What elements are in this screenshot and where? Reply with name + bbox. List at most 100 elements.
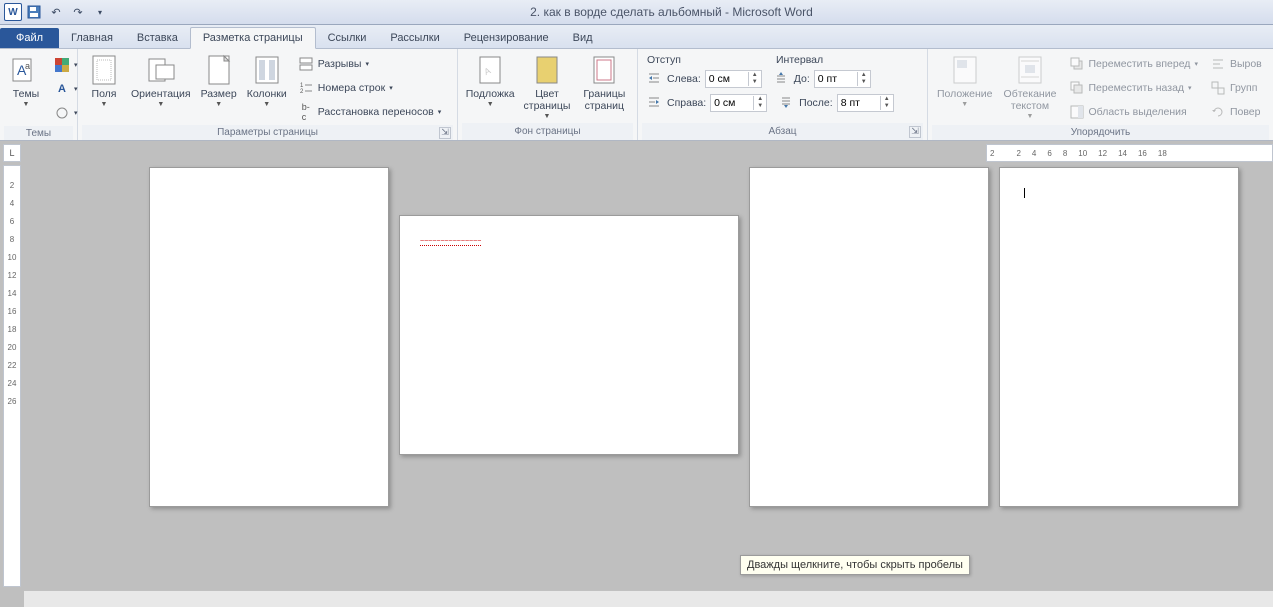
columns-button[interactable]: Колонки ▼ [242,51,292,108]
chevron-down-icon: ▼ [215,101,222,108]
spacing-before-input[interactable]: ▲▼ [814,70,871,88]
document-area[interactable]: ~~~~~~~~~~~~~~~ Дважды щелкните, чтобы с… [24,165,1273,589]
send-backward-button[interactable]: Переместить назад ▾ [1067,77,1200,99]
spin-up-icon[interactable]: ▲ [754,96,766,103]
dialog-launcher-icon[interactable]: ⇲ [909,126,921,138]
margins-button[interactable]: Поля ▼ [82,51,126,108]
spin-down-icon[interactable]: ▼ [754,103,766,110]
tab-page-layout[interactable]: Разметка страницы [190,27,316,49]
breaks-button[interactable]: Разрывы ▾ [296,53,443,75]
page-1[interactable] [149,167,389,507]
group-page-background: A Подложка ▼ Цвет страницы ▼ Границы стр… [458,49,638,140]
svg-text:a: a [25,61,30,71]
theme-fonts-button[interactable]: A▾ [52,78,80,100]
spin-up-icon[interactable]: ▲ [749,72,761,79]
watermark-button[interactable]: A Подложка ▼ [462,51,518,108]
chevron-down-icon: ▼ [544,113,551,120]
selection-pane-icon [1069,104,1085,120]
tab-references[interactable]: Ссылки [316,28,379,48]
indent-left-input[interactable]: ▲▼ [705,70,762,88]
bring-forward-button[interactable]: Переместить вперед ▾ [1067,53,1200,75]
size-button[interactable]: Размер ▼ [196,51,242,108]
watermark-icon: A [474,54,506,86]
group-icon [1210,80,1226,96]
group-arrange: Положение ▼ Обтекание текстом ▼ Перемест… [928,49,1273,140]
tab-insert[interactable]: Вставка [125,28,190,48]
size-icon [203,54,235,86]
page-3[interactable] [749,167,989,507]
indent-left-icon [647,71,663,87]
selection-pane-button[interactable]: Область выделения [1067,101,1200,123]
spin-down-icon[interactable]: ▼ [749,79,761,86]
group-page-setup: Поля ▼ Ориентация ▼ Размер ▼ Колонки ▼ Р… [78,49,458,140]
quick-access-toolbar: W ↶ ↷ ▾ [0,2,110,22]
chevron-down-icon: ▼ [1027,113,1034,120]
group-paragraph: Отступ Интервал Слева: ▲▼ До: ▲▼ Спр [638,49,928,140]
horizontal-scrollbar[interactable] [24,590,1273,607]
align-icon [1210,56,1226,72]
send-backward-icon [1069,80,1085,96]
tab-mailings[interactable]: Рассылки [378,28,451,48]
page-borders-icon [588,54,620,86]
whitespace-tooltip: Дважды щелкните, чтобы скрыть пробелы [740,555,970,575]
spacing-header: Интервал [776,54,823,66]
page-4[interactable] [999,167,1239,507]
colors-icon [54,57,70,73]
page-2[interactable]: ~~~~~~~~~~~~~~~ [399,215,739,455]
dialog-launcher-icon[interactable]: ⇲ [439,127,451,139]
spin-down-icon[interactable]: ▼ [881,103,893,110]
group-button[interactable]: Групп [1208,77,1264,99]
spin-up-icon[interactable]: ▲ [881,96,893,103]
wrap-text-button[interactable]: Обтекание текстом ▼ [998,51,1063,120]
effects-icon [54,105,70,121]
theme-colors-button[interactable]: ▾ [52,54,80,76]
undo-icon[interactable]: ↶ [46,2,66,22]
tab-review[interactable]: Рецензирование [452,28,561,48]
ruler-tab-selector[interactable]: L [3,144,21,162]
spacing-after-input[interactable]: ▲▼ [837,94,894,112]
fonts-icon: A [54,81,70,97]
save-icon[interactable] [24,2,44,22]
redo-icon[interactable]: ↷ [68,2,88,22]
rotate-icon [1210,104,1226,120]
margins-icon [88,54,120,86]
spin-up-icon[interactable]: ▲ [858,72,870,79]
themes-button[interactable]: Aa Темы ▼ [4,51,48,108]
qat-more-icon[interactable]: ▾ [90,2,110,22]
chevron-down-icon: ▼ [263,101,270,108]
spin-down-icon[interactable]: ▼ [858,79,870,86]
window-title: 2. как в ворде сделать альбомный - Micro… [110,5,1233,19]
word-app-icon[interactable]: W [4,3,22,21]
hyphenation-button[interactable]: b-cРасстановка переносов ▾ [296,101,443,123]
group-label-page-setup: Параметры страницы⇲ [82,125,453,140]
page-borders-button[interactable]: Границы страниц [576,51,633,112]
chevron-down-icon: ▼ [23,101,30,108]
indent-right-input[interactable]: ▲▼ [710,94,767,112]
line-numbers-icon: 12 [298,80,314,96]
align-button[interactable]: Выров [1208,53,1264,75]
line-numbers-button[interactable]: 12Номера строк ▾ [296,77,443,99]
ribbon: Aa Темы ▼ ▾ A▾ ▾ Темы Поля ▼ Ориентация [0,49,1273,141]
horizontal-ruler[interactable]: 224681012141618 [986,144,1273,162]
rotate-button[interactable]: Повер [1208,101,1264,123]
group-label-themes: Темы [4,126,73,140]
theme-effects-button[interactable]: ▾ [52,102,80,124]
group-label-arrange: Упорядочить [932,125,1269,140]
orientation-button[interactable]: Ориентация ▼ [126,51,196,108]
spacing-after-icon [779,95,795,111]
position-button[interactable]: Положение ▼ [932,51,998,108]
chevron-down-icon: ▼ [101,101,108,108]
tab-file[interactable]: Файл [0,28,59,48]
indent-right-icon [647,95,663,111]
themes-icon: Aa [10,54,42,86]
group-label-paragraph: Абзац⇲ [642,123,923,140]
hyphenation-icon: b-c [298,104,314,120]
page-color-button[interactable]: Цвет страницы ▼ [518,51,575,120]
position-icon [949,54,981,86]
tab-home[interactable]: Главная [59,28,125,48]
indent-header: Отступ [647,54,681,66]
text-cursor [1024,188,1025,198]
columns-icon [251,54,283,86]
tab-view[interactable]: Вид [561,28,605,48]
vertical-ruler[interactable]: 2468101214161820222426 [3,165,21,587]
